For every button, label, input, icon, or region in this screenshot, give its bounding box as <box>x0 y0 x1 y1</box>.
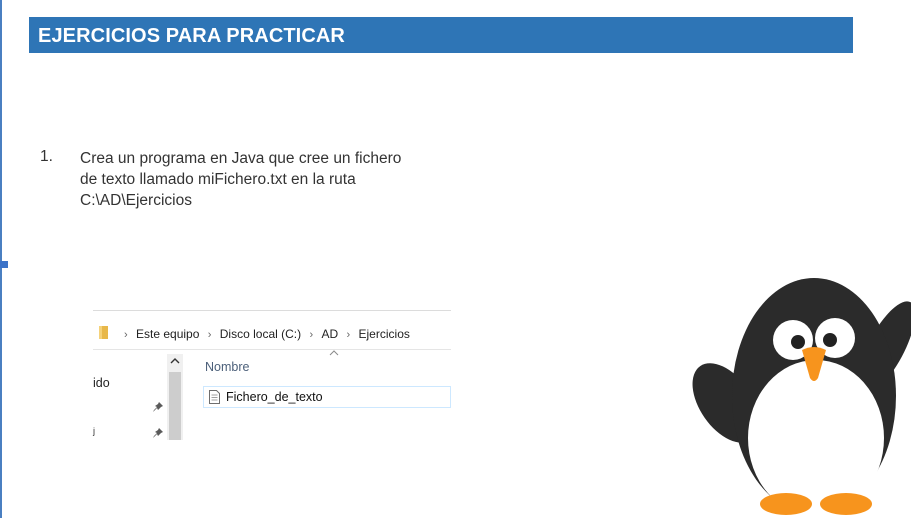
left-margin-rule <box>0 0 2 518</box>
penguin-mascot-icon <box>692 278 911 516</box>
pin-icon[interactable] <box>152 401 164 413</box>
file-explorer-screenshot: › Este equipo › Disco local (C:) › AD › … <box>93 310 451 440</box>
slide-title: EJERCICIOS PARA PRACTICAR <box>38 25 345 47</box>
explorer-top-border <box>93 310 451 311</box>
left-margin-handle[interactable] <box>0 261 8 268</box>
nav-pane-item[interactable]: ido <box>93 376 110 390</box>
breadcrumb-item-disco-local[interactable]: Disco local (C:) <box>220 327 301 341</box>
exercise-line: C:\AD\Ejercicios <box>80 192 192 209</box>
nav-pane-scrollbar[interactable] <box>167 354 183 440</box>
sort-caret-icon <box>329 350 339 356</box>
breadcrumb: › Este equipo › Disco local (C:) › AD › … <box>119 327 410 341</box>
breadcrumb-item-ejercicios[interactable]: Ejercicios <box>359 327 410 341</box>
breadcrumb-item-ad[interactable]: AD <box>321 327 338 341</box>
nav-pane-item[interactable]: ʲ <box>93 426 95 440</box>
file-list-item[interactable]: Fichero_de_texto <box>203 386 451 408</box>
breadcrumb-separator: › <box>124 329 128 341</box>
breadcrumb-item-este-equipo[interactable]: Este equipo <box>136 327 199 341</box>
breadcrumb-separator: › <box>346 329 351 341</box>
breadcrumb-separator: › <box>309 329 314 341</box>
folder-icon <box>99 326 108 339</box>
title-banner: EJERCICIOS PARA PRACTICAR <box>29 17 853 53</box>
scrollbar-thumb[interactable] <box>169 372 181 440</box>
address-bar[interactable]: › Este equipo › Disco local (C:) › AD › … <box>93 314 451 350</box>
chevron-up-icon[interactable] <box>170 357 180 365</box>
pin-icon[interactable] <box>152 427 164 439</box>
exercise-line: de texto llamado miFichero.txt en la rut… <box>80 171 356 188</box>
exercise-text: Crea un programa en Java que cree un fic… <box>80 148 460 211</box>
text-file-icon <box>209 390 220 404</box>
column-header-nombre[interactable]: Nombre <box>205 360 249 374</box>
breadcrumb-separator: › <box>207 329 212 341</box>
exercise-number: 1. <box>40 148 53 165</box>
exercise-line: Crea un programa en Java que cree un fic… <box>80 150 402 167</box>
file-name: Fichero_de_texto <box>226 390 323 404</box>
